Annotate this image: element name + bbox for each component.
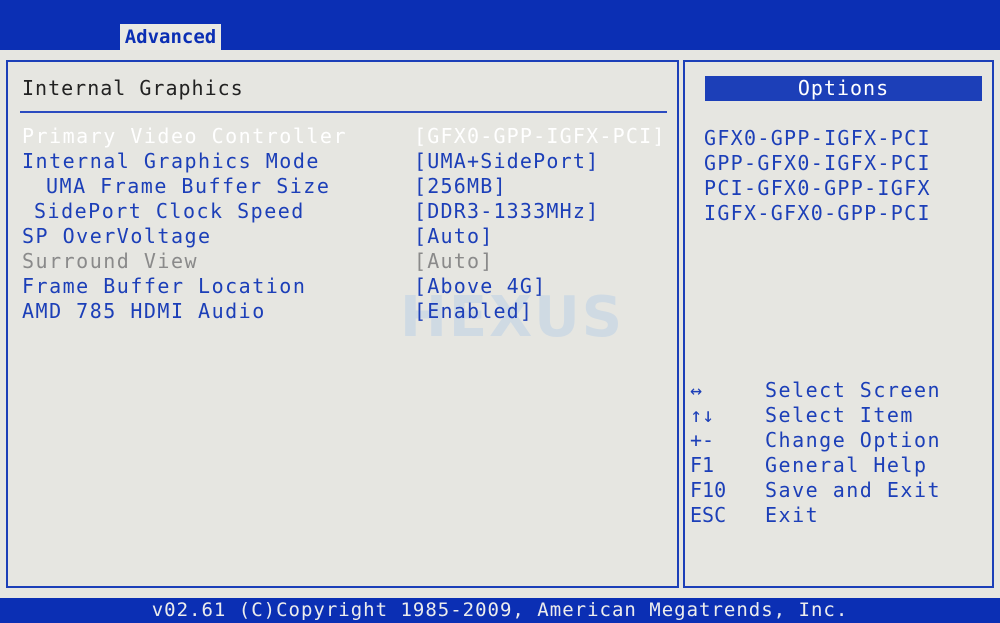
help-text: Change Option [765, 428, 942, 452]
setting-label: UMA Frame Buffer Size [46, 174, 331, 198]
setting-value[interactable]: [Above 4G] [414, 274, 546, 298]
setting-uma-frame-buffer-size[interactable]: UMA Frame Buffer Size [256MB] [0, 174, 673, 198]
help-key-plus-minus: +- [690, 428, 715, 452]
setting-amd-785-hdmi-audio[interactable]: AMD 785 HDMI Audio [Enabled] [0, 299, 673, 323]
setting-value[interactable]: [GFX0-GPP-IGFX-PCI] [414, 124, 666, 148]
bios-top-bar [0, 0, 1000, 24]
setting-value[interactable]: [UMA+SidePort] [414, 149, 599, 173]
help-key-esc: ESC [690, 503, 727, 527]
option-item[interactable]: PCI-GFX0-GPP-IGFX [704, 176, 931, 200]
setting-label: Internal Graphics Mode [22, 149, 320, 173]
help-key-left-right: ↔ [690, 378, 703, 402]
help-text: Select Item [765, 403, 914, 427]
help-key-up-down: ↑↓ [690, 403, 715, 427]
options-header: Options [705, 76, 982, 101]
help-key-f10: F10 [690, 478, 727, 502]
setting-value[interactable]: [DDR3-1333MHz] [414, 199, 599, 223]
setting-sideport-clock-speed[interactable]: SidePort Clock Speed [DDR3-1333MHz] [0, 199, 673, 223]
setting-label: SP OverVoltage [22, 224, 212, 248]
setting-value[interactable]: [Enabled] [414, 299, 533, 323]
option-item[interactable]: IGFX-GFX0-GPP-PCI [704, 201, 931, 225]
setting-label: Surround View [22, 249, 199, 273]
setting-label: Primary Video Controller [22, 124, 347, 148]
setting-internal-graphics-mode[interactable]: Internal Graphics Mode [UMA+SidePort] [0, 149, 673, 173]
setting-sp-overvoltage[interactable]: SP OverVoltage [Auto] [0, 224, 673, 248]
title-divider [20, 111, 667, 113]
setting-frame-buffer-location[interactable]: Frame Buffer Location [Above 4G] [0, 274, 673, 298]
setting-label: SidePort Clock Speed [34, 199, 305, 223]
setting-value: [Auto] [414, 249, 494, 273]
setting-label: Frame Buffer Location [22, 274, 307, 298]
setting-label: AMD 785 HDMI Audio [22, 299, 266, 323]
help-key-f1: F1 [690, 453, 715, 477]
option-item[interactable]: GPP-GFX0-IGFX-PCI [704, 151, 931, 175]
setting-value[interactable]: [256MB] [414, 174, 507, 198]
section-title: Internal Graphics [22, 76, 244, 100]
option-item[interactable]: GFX0-GPP-IGFX-PCI [704, 126, 931, 150]
setting-value[interactable]: [Auto] [414, 224, 493, 248]
copyright-footer: v02.61 (C)Copyright 1985-2009, American … [0, 598, 1000, 623]
help-text: Exit [765, 503, 820, 527]
setting-primary-video-controller[interactable]: Primary Video Controller [GFX0-GPP-IGFX-… [0, 124, 673, 148]
setting-surround-view: Surround View [Auto] [0, 249, 673, 273]
help-text: General Help [765, 453, 928, 477]
help-text: Save and Exit [765, 478, 942, 502]
tab-advanced[interactable]: Advanced [120, 24, 221, 50]
help-text: Select Screen [765, 378, 942, 402]
